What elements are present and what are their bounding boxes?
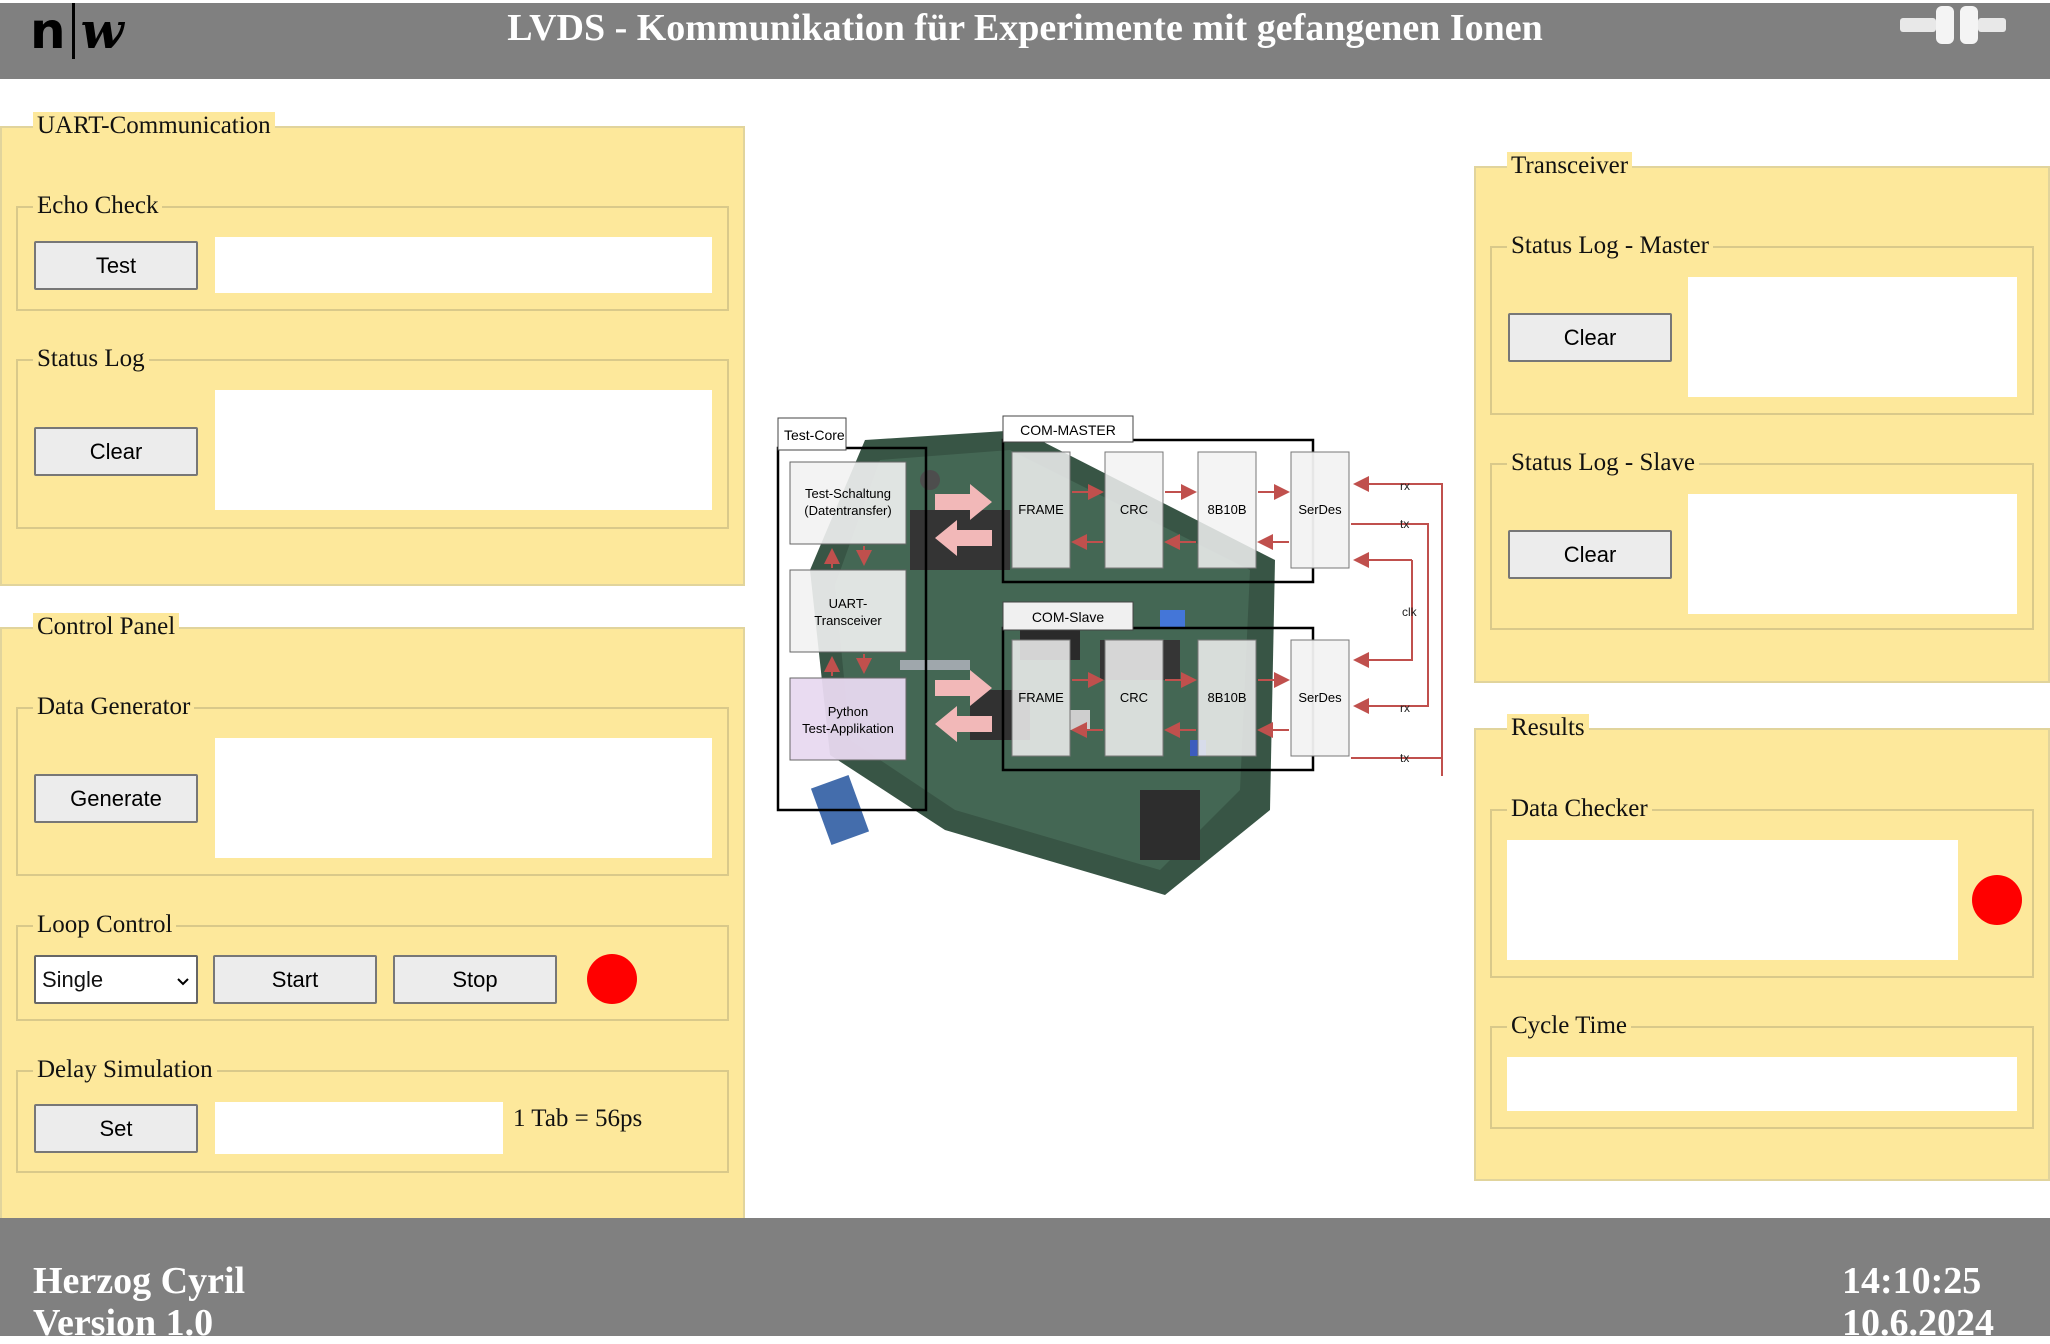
svg-text:8B10B: 8B10B (1207, 502, 1246, 517)
transceiver-title: Transceiver (1507, 152, 1633, 180)
data-checker-output[interactable] (1507, 840, 1958, 960)
svg-text:SerDes: SerDes (1298, 502, 1342, 517)
svg-text:FRAME: FRAME (1018, 690, 1064, 705)
set-delay-button[interactable]: Set (34, 1104, 198, 1153)
svg-text:Test-Applikation: Test-Applikation (802, 721, 894, 736)
control-panel-title: Control Panel (33, 613, 180, 641)
delay-input[interactable] (215, 1102, 503, 1154)
master-log-clear-button[interactable]: Clear (1508, 313, 1672, 362)
slave-log-output[interactable] (1688, 494, 2017, 614)
generate-button[interactable]: Generate (34, 774, 198, 823)
svg-text:tx: tx (1400, 751, 1409, 765)
svg-text:clk: clk (1402, 605, 1418, 619)
svg-text:tx: tx (1400, 517, 1409, 531)
version-label: Version 1.0 (33, 1302, 214, 1344)
svg-text:8B10B: 8B10B (1207, 690, 1246, 705)
svg-text:CRC: CRC (1120, 502, 1148, 517)
results-title: Results (1507, 714, 1589, 742)
plug-icon (1900, 6, 2010, 46)
clock-date: 10.6.2024 (1842, 1302, 1994, 1344)
slave-log-clear-button[interactable]: Clear (1508, 530, 1672, 579)
svg-text:(Datentransfer): (Datentransfer) (804, 503, 891, 518)
author-name: Herzog Cyril (33, 1260, 246, 1302)
slave-log-title: Status Log - Slave (1507, 449, 1700, 477)
cycle-time-title: Cycle Time (1507, 1012, 1631, 1040)
svg-text:Test-Schaltung: Test-Schaltung (805, 486, 891, 501)
delay-note: 1 Tab = 56ps (513, 1105, 643, 1132)
system-diagram: Test-Core Test-Schaltung (Datentransfer)… (776, 415, 1443, 895)
echo-check-output[interactable] (215, 237, 712, 293)
svg-text:CRC: CRC (1120, 690, 1148, 705)
clock-time: 14:10:25 (1842, 1260, 1982, 1302)
com-slave-label: COM-Slave (1032, 609, 1105, 625)
svg-text:UART-: UART- (829, 596, 868, 611)
test-core-label: Test-Core (784, 427, 845, 443)
svg-text:FRAME: FRAME (1018, 502, 1064, 517)
uart-panel-title: UART-Communication (33, 112, 275, 140)
svg-text:rx: rx (1400, 701, 1410, 715)
chevron-down-icon (176, 967, 190, 993)
svg-text:SerDes: SerDes (1298, 690, 1342, 705)
data-checker-indicator (1972, 875, 2022, 925)
header-bar: nw LVDS - Kommunikation für Experimente … (0, 3, 2050, 79)
stop-button[interactable]: Stop (393, 955, 557, 1004)
start-button[interactable]: Start (213, 955, 377, 1004)
loop-mode-select[interactable]: Single (34, 955, 198, 1004)
status-log-clear-button[interactable]: Clear (34, 427, 198, 476)
page-title: LVDS - Kommunikation für Experimente mit… (507, 7, 1543, 49)
uart-transceiver-block (789, 569, 907, 653)
footer-bar: Herzog Cyril Version 1.0 14:10:25 10.6.2… (0, 1218, 2050, 1344)
svg-text:Python: Python (828, 704, 868, 719)
svg-text:rx: rx (1400, 479, 1410, 493)
data-generator-title: Data Generator (33, 693, 195, 721)
master-log-output[interactable] (1688, 277, 2017, 397)
echo-check-title: Echo Check (33, 192, 163, 220)
svg-text:Transceiver: Transceiver (814, 613, 882, 628)
test-button[interactable]: Test (34, 241, 198, 290)
loop-control-title: Loop Control (33, 911, 177, 939)
data-generator-output[interactable] (215, 738, 712, 858)
loop-status-indicator (587, 954, 637, 1004)
master-log-title: Status Log - Master (1507, 232, 1713, 260)
cycle-time-output[interactable] (1507, 1057, 2017, 1111)
status-log-output[interactable] (215, 390, 712, 510)
loop-mode-value: Single (42, 966, 104, 992)
status-log-title: Status Log (33, 345, 149, 373)
delay-simulation-title: Delay Simulation (33, 1056, 217, 1084)
com-master-label: COM-MASTER (1020, 422, 1116, 438)
data-checker-title: Data Checker (1507, 795, 1652, 823)
python-application-block (789, 677, 907, 761)
